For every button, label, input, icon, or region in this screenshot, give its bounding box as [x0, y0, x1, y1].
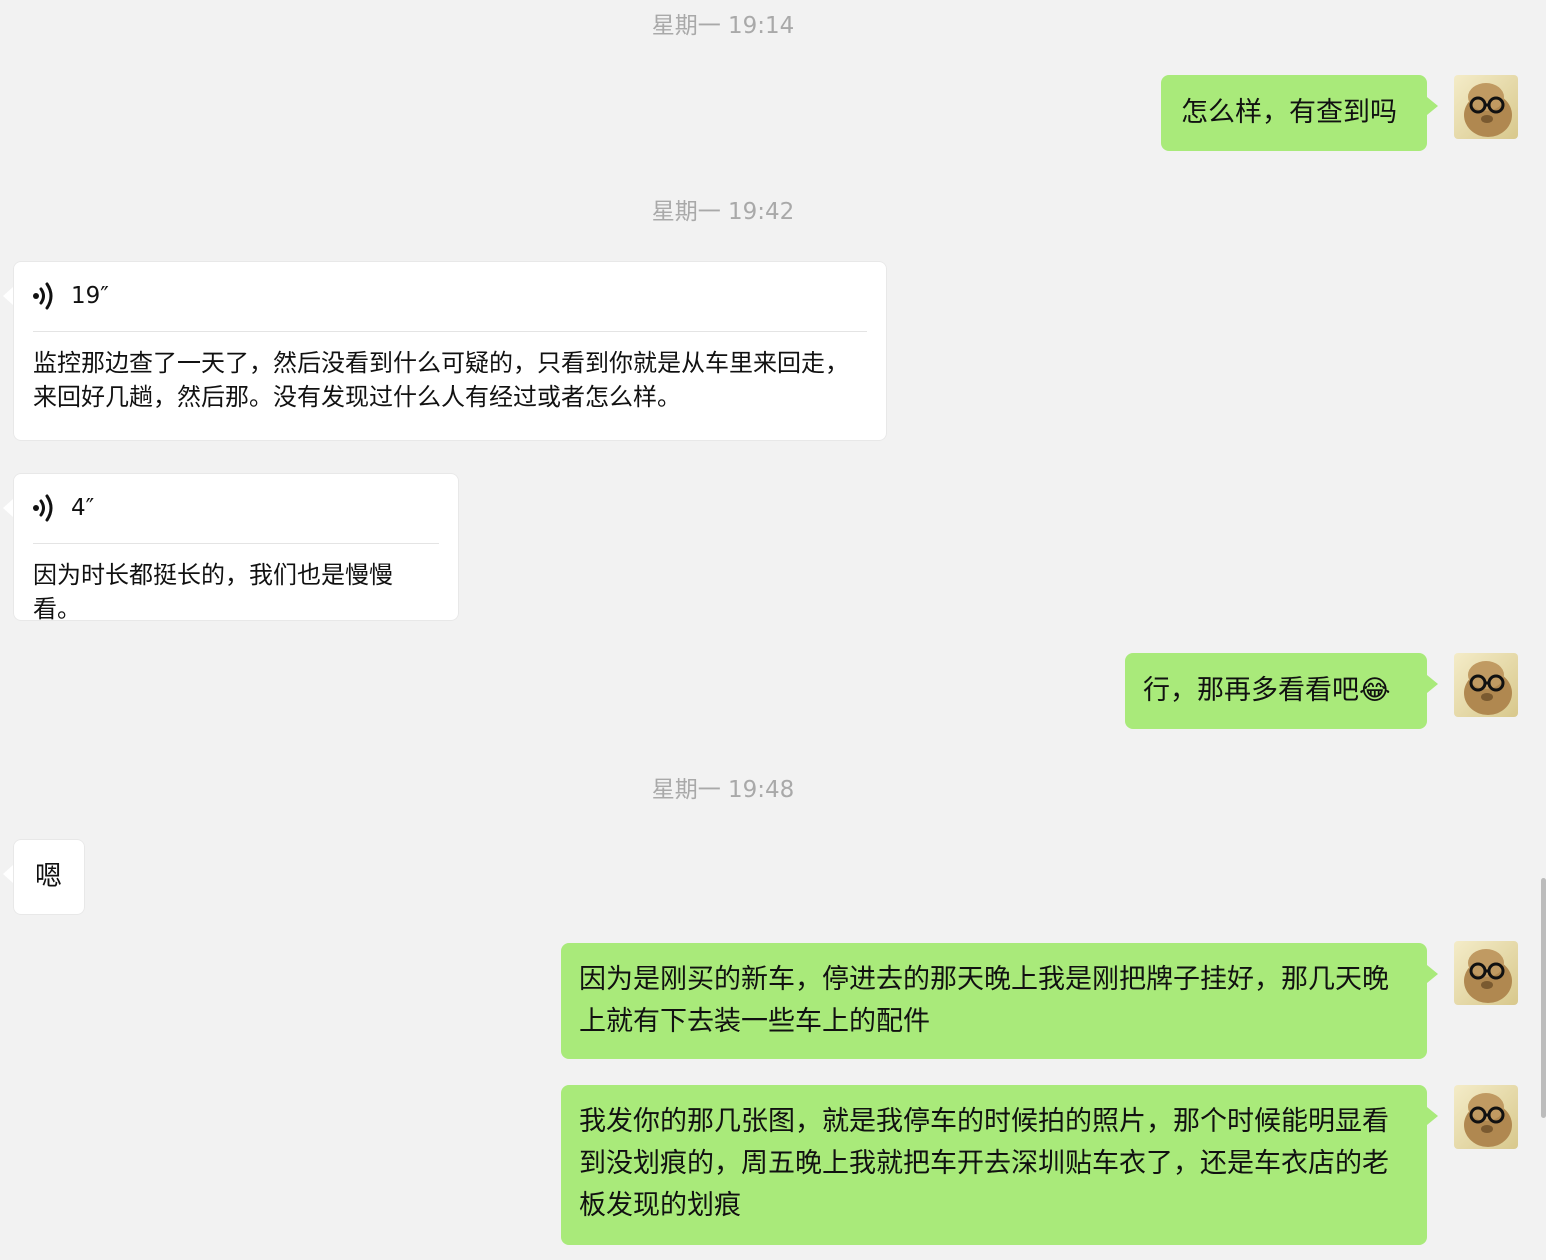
- voice-wave-icon: [33, 494, 53, 522]
- voice-play-row[interactable]: 4″: [13, 473, 459, 543]
- timestamp: 星期一 19:42: [651, 199, 795, 225]
- voice-message-bubble[interactable]: 19″ 监控那边查了一天了，然后没看到什么可疑的，只看到你就是从车里来回走，来回…: [3, 261, 887, 441]
- message-text: 怎么样，有查到吗: [1181, 97, 1397, 128]
- avatar[interactable]: [1454, 75, 1518, 139]
- avatar-dog-glasses-icon: [1454, 653, 1518, 717]
- message-text: 嗯: [35, 861, 62, 892]
- timestamp: 星期一 19:48: [651, 777, 795, 803]
- avatar-dog-glasses-icon: [1454, 75, 1518, 139]
- message-bubble-other[interactable]: 嗯: [3, 839, 85, 915]
- message-bubble-self[interactable]: 怎么样，有查到吗: [1161, 75, 1438, 151]
- voice-message-bubble[interactable]: 4″ 因为时长都挺长的，我们也是慢慢看。: [3, 473, 459, 623]
- scrollbar-thumb[interactable]: [1541, 878, 1546, 1118]
- message-bubble-self[interactable]: 我发你的那几张图，就是我停车的时候拍的照片，那个时候能明显看到没划痕的，周五晚上…: [561, 1085, 1438, 1245]
- avatar[interactable]: [1454, 941, 1518, 1005]
- message-text: 因为是刚买的新车，停进去的那天晚上我是刚把牌子挂好，那几天晚上就有下去装一些车上…: [579, 964, 1389, 1037]
- voice-duration: 4″: [71, 495, 95, 521]
- voice-play-row[interactable]: 19″: [13, 261, 887, 331]
- avatar-dog-glasses-icon: [1454, 1085, 1518, 1149]
- voice-transcript: 因为时长都挺长的，我们也是慢慢看。: [33, 561, 393, 623]
- message-text: 行，那再多看看吧😂: [1143, 675, 1391, 706]
- voice-transcript: 监控那边查了一天了，然后没看到什么可疑的，只看到你就是从车里来回走，来回好几趟，…: [33, 349, 849, 411]
- message-bubble-self[interactable]: 行，那再多看看吧😂: [1125, 653, 1438, 729]
- message-text: 我发你的那几张图，就是我停车的时候拍的照片，那个时候能明显看到没划痕的，周五晚上…: [579, 1106, 1389, 1221]
- avatar[interactable]: [1454, 1085, 1518, 1149]
- avatar-dog-glasses-icon: [1454, 941, 1518, 1005]
- voice-wave-icon: [33, 282, 53, 310]
- voice-duration: 19″: [71, 283, 109, 309]
- timestamp: 星期一 19:14: [651, 13, 795, 39]
- message-bubble-self[interactable]: 因为是刚买的新车，停进去的那天晚上我是刚把牌子挂好，那几天晚上就有下去装一些车上…: [561, 943, 1438, 1059]
- avatar[interactable]: [1454, 653, 1518, 717]
